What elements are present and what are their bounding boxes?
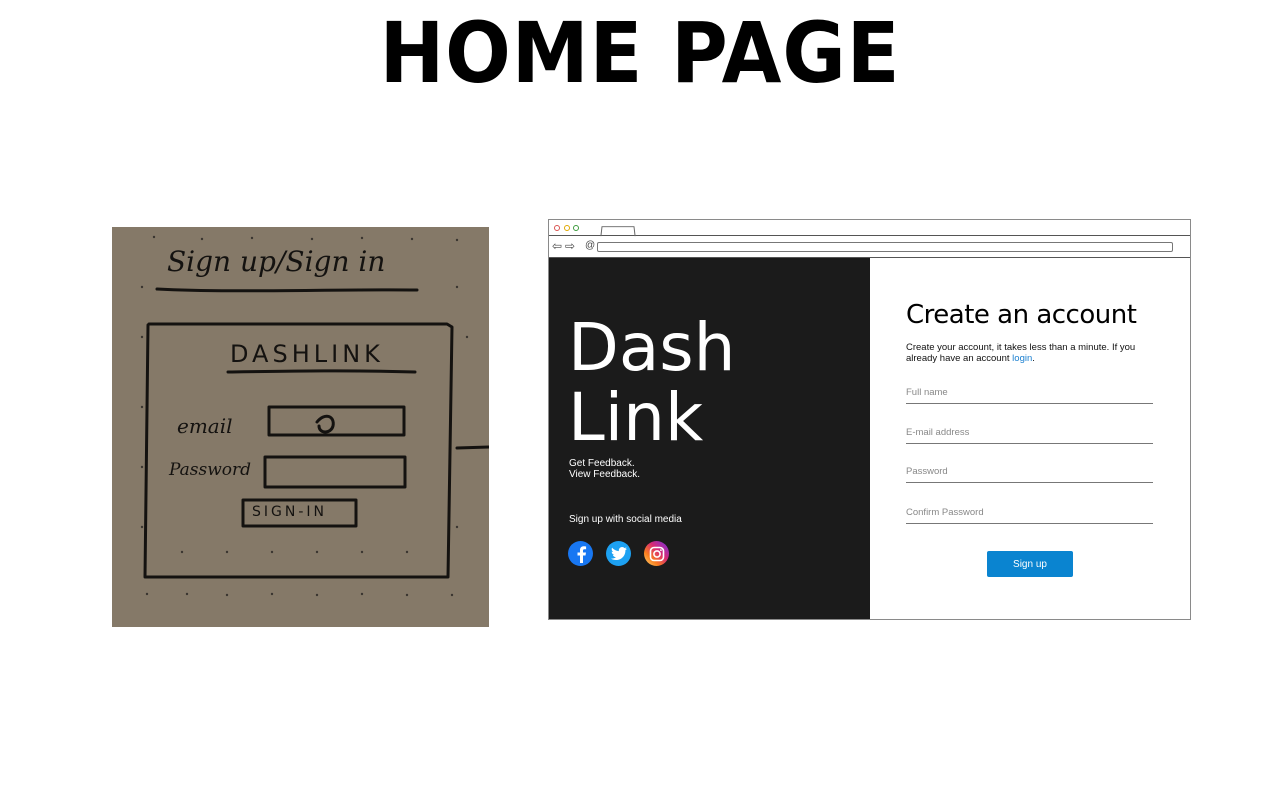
sketch-email-label: email [177, 414, 233, 438]
close-dot-icon [554, 225, 560, 231]
tagline-line-2: View Feedback. [569, 469, 640, 480]
tagline: Get Feedback. View Feedback. [569, 458, 640, 480]
reload-icon: @ [585, 240, 596, 251]
maximize-dot-icon [573, 225, 579, 231]
form-subtitle: Create your account, it takes less than … [906, 342, 1136, 364]
social-heading: Sign up with social media [569, 514, 682, 525]
browser-chrome: ⇦ ⇨ @ [549, 220, 1190, 258]
browser-nav-row: ⇦ ⇨ @ [549, 237, 1190, 257]
minimize-dot-icon [564, 225, 570, 231]
full-name-field[interactable]: Full name [906, 387, 1153, 404]
sketch-photo: Sign up/Sign in DASHLINK email Password … [112, 227, 489, 627]
brand-line-2: Link [568, 379, 704, 456]
confirm-password-field[interactable]: Confirm Password [906, 507, 1153, 524]
sketch-password-label: Password [169, 460, 252, 480]
instagram-icon [644, 541, 669, 566]
browser-mockup: ⇦ ⇨ @ Dash Link Get Feedback. View Feedb… [548, 219, 1191, 620]
sketch-brand: DASHLINK [230, 340, 384, 368]
brand-panel: Dash Link Get Feedback. View Feedback. S… [549, 258, 870, 619]
page-title: HOME PAGE [379, 4, 901, 102]
twitter-icon [606, 541, 631, 566]
facebook-icon [568, 541, 593, 566]
browser-tab [600, 226, 636, 237]
sketch-signin-button: SIGN-IN [252, 504, 327, 520]
tagline-line-1: Get Feedback. [569, 458, 635, 469]
sketch-heading: Sign up/Sign in [167, 245, 386, 278]
email-field[interactable]: E-mail address [906, 427, 1153, 444]
form-title: Create an account [906, 300, 1137, 330]
password-field[interactable]: Password [906, 466, 1153, 483]
browser-titlebar [549, 220, 1190, 237]
brand-line-1: Dash [568, 309, 736, 386]
address-bar [597, 242, 1173, 252]
login-link[interactable]: login [1012, 353, 1032, 364]
back-arrow-icon: ⇦ [552, 239, 563, 253]
sign-up-button[interactable]: Sign up [987, 551, 1073, 577]
forward-arrow-icon: ⇨ [565, 239, 576, 253]
signup-form-panel: Create an account Create your account, i… [870, 258, 1190, 619]
